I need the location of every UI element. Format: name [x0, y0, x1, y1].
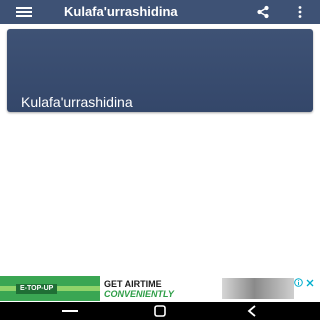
ad-info-icon [294, 278, 303, 287]
home-icon [154, 305, 166, 317]
app-title: Kulafa'urrashidina [64, 4, 178, 19]
ad-close-icon [306, 279, 313, 286]
card-title: Kulafa'urrashidina [21, 94, 133, 110]
hamburger-menu-icon [16, 7, 32, 17]
ad-headline: GET AIRTIME [104, 279, 162, 289]
ad-image [222, 278, 294, 299]
recents-button[interactable] [62, 304, 78, 318]
ad-subline: CONVENIENTLY [104, 289, 174, 299]
menu-button[interactable] [10, 0, 38, 24]
ad-banner[interactable]: E-TOP-UP GET AIRTIME CONVENIENTLY [0, 276, 320, 301]
back-button[interactable] [244, 304, 260, 318]
more-vert-icon [298, 6, 302, 18]
category-card[interactable]: Kulafa'urrashidina [7, 29, 313, 112]
ad-green-strip: E-TOP-UP [0, 276, 100, 301]
ad-close-button[interactable] [305, 278, 314, 287]
overflow-menu-button[interactable] [290, 2, 310, 22]
home-button[interactable] [152, 304, 168, 318]
share-button[interactable] [252, 2, 274, 22]
recents-icon [62, 310, 78, 312]
ad-info-button[interactable] [294, 278, 303, 287]
share-icon [257, 5, 269, 19]
app-bar: Kulafa'urrashidina [0, 0, 320, 24]
ad-badge: E-TOP-UP [16, 284, 58, 294]
back-icon [247, 305, 256, 317]
system-nav-bar [0, 302, 320, 320]
